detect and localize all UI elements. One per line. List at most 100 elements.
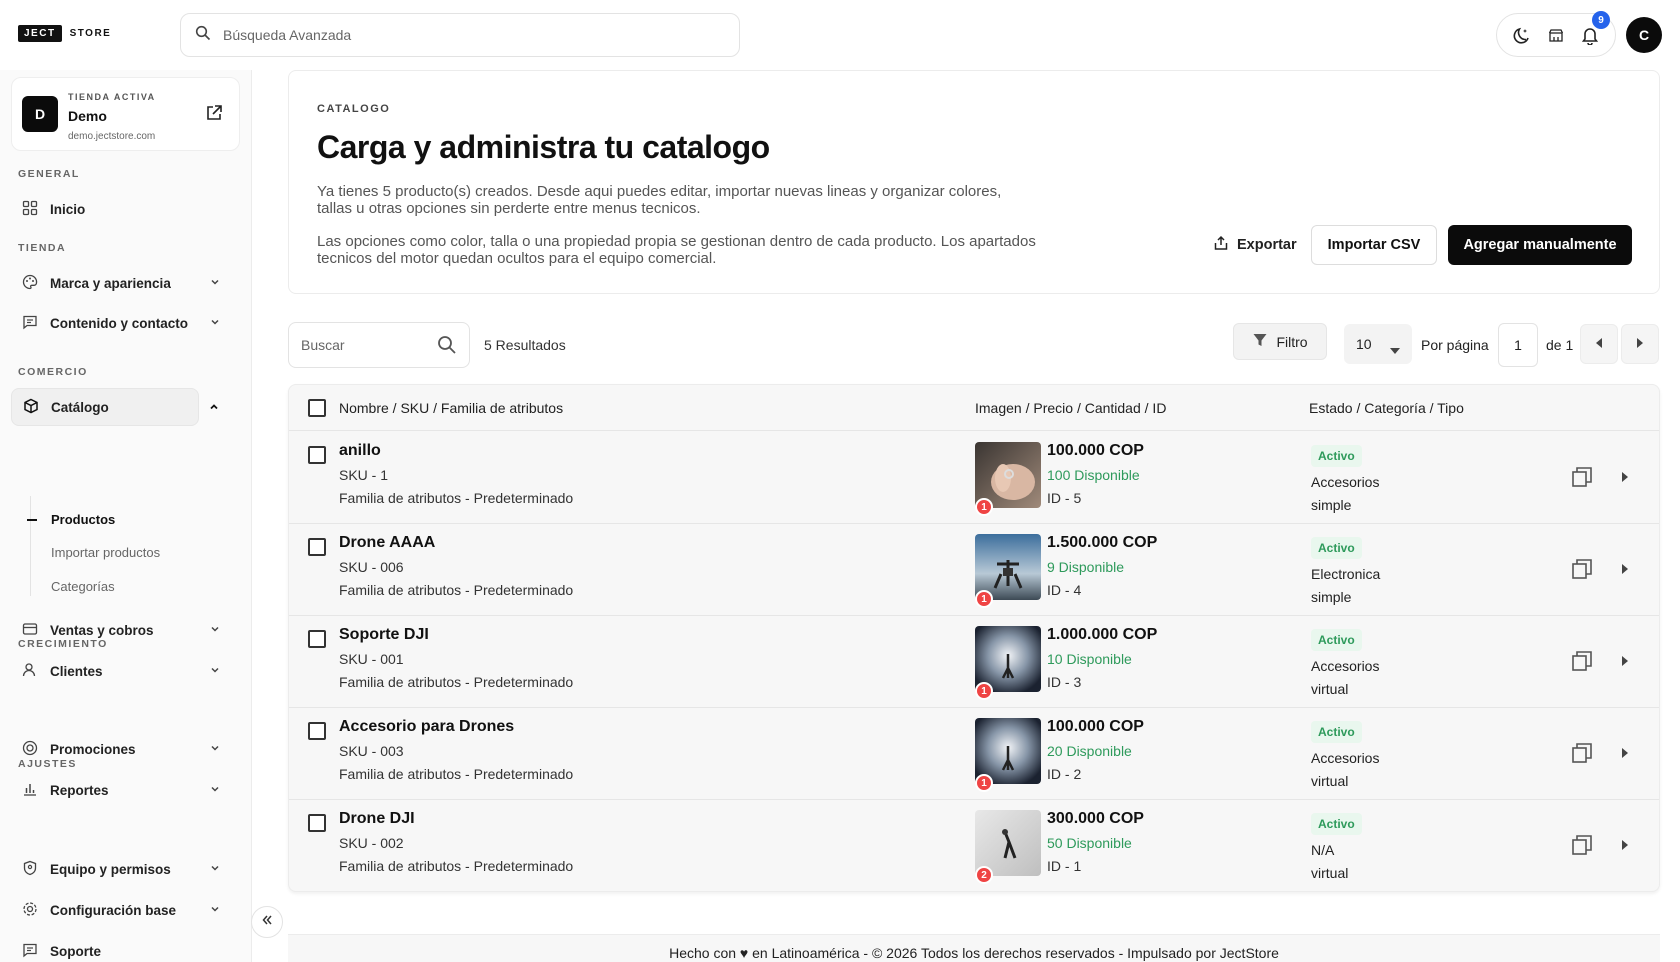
product-search[interactable]	[288, 322, 470, 368]
advanced-search[interactable]	[180, 13, 740, 57]
sidebar-item-config[interactable]: Configuración base	[11, 891, 231, 929]
table-row[interactable]: Soporte DJI SKU - 001 Familia de atribut…	[289, 616, 1659, 708]
dark-mode-icon[interactable]	[1508, 21, 1536, 49]
product-family: Familia de atributos - Predeterminado	[339, 582, 574, 598]
product-name[interactable]: Drone DJI	[339, 810, 415, 828]
product-name[interactable]: anillo	[339, 442, 381, 460]
status-badge: Activo	[1311, 813, 1362, 835]
product-price: 300.000 COP	[1047, 810, 1144, 827]
chevron-up-icon	[208, 401, 220, 416]
external-link-icon[interactable]	[205, 104, 223, 127]
store-url: demo.jectstore.com	[68, 131, 156, 142]
page-total: de 1	[1546, 337, 1574, 353]
results-count: 5 Resultados	[484, 337, 566, 353]
duplicate-icon[interactable]	[1571, 558, 1593, 585]
sidebar-item-label: Equipo y permisos	[50, 861, 171, 877]
product-name[interactable]: Drone AAAA	[339, 534, 435, 552]
per-page-value: 10	[1356, 336, 1372, 352]
double-chevron-left-icon	[260, 913, 274, 932]
sidebar-item-label: Contenido y contacto	[50, 315, 188, 331]
filter-label: Filtro	[1276, 333, 1308, 350]
sidebar-subitem-importar[interactable]: Importar productos	[51, 545, 160, 560]
row-checkbox[interactable]	[308, 814, 326, 832]
image-count-badge: 1	[975, 498, 993, 516]
table-row[interactable]: Drone DJI SKU - 002 Familia de atributos…	[289, 800, 1659, 891]
filter-button[interactable]: Filtro	[1233, 323, 1327, 360]
caret-right-icon[interactable]	[1621, 470, 1629, 488]
table-row[interactable]: Drone AAAA SKU - 006 Familia de atributo…	[289, 524, 1659, 616]
sidebar-item-label: Configuración base	[50, 902, 177, 918]
per-page-label: Por página	[1421, 337, 1489, 353]
header-status: Estado / Categoría / Tipo	[1309, 400, 1464, 416]
product-name[interactable]: Soporte DJI	[339, 626, 429, 644]
product-category: N/A	[1311, 842, 1335, 858]
caret-right-icon[interactable]	[1621, 746, 1629, 764]
per-page-select[interactable]: 10	[1344, 324, 1412, 364]
row-checkbox[interactable]	[308, 446, 326, 464]
chevron-down-icon	[209, 903, 221, 918]
section-general: GENERAL	[18, 168, 80, 180]
product-name[interactable]: Accesorio para Drones	[339, 718, 514, 736]
duplicate-icon[interactable]	[1571, 742, 1593, 769]
caret-right-icon[interactable]	[1621, 838, 1629, 856]
sidebar-item-reportes[interactable]: Reportes	[11, 771, 231, 809]
product-search-input[interactable]	[301, 337, 431, 353]
gear-icon	[22, 901, 38, 920]
collapse-sidebar-button[interactable]	[251, 906, 283, 938]
product-stock: 9 Disponible	[1047, 559, 1125, 575]
export-button[interactable]: Exportar	[1203, 225, 1307, 265]
duplicate-icon[interactable]	[1571, 466, 1593, 493]
page-number-input[interactable]: 1	[1498, 323, 1538, 367]
duplicate-icon[interactable]	[1571, 834, 1593, 861]
advanced-search-input[interactable]	[223, 27, 703, 43]
sidebar-item-label: Soporte	[50, 943, 102, 959]
section-comercio: COMERCIO	[18, 366, 88, 378]
product-sku: SKU - 1	[339, 467, 389, 483]
image-count-badge: 1	[975, 590, 993, 608]
table-row[interactable]: anillo SKU - 1 Familia de atributos - Pr…	[289, 432, 1659, 524]
sidebar-subitem-productos[interactable]: Productos	[51, 512, 115, 527]
product-stock: 20 Disponible	[1047, 743, 1132, 759]
prev-page-button[interactable]	[1580, 324, 1618, 364]
sidebar-item-equipo[interactable]: Equipo y permisos	[11, 850, 231, 888]
add-manually-button[interactable]: Agregar manualmente	[1448, 225, 1632, 265]
caret-right-icon[interactable]	[1621, 654, 1629, 672]
shield-icon	[22, 860, 38, 879]
row-checkbox[interactable]	[308, 722, 326, 740]
sidebar-item-catalogo[interactable]: Catálogo	[11, 388, 218, 426]
hero-note: Las opciones como color, talla o una pro…	[317, 233, 1036, 267]
top-bar: JECT STORE 9 C	[0, 0, 1680, 70]
brand-logo[interactable]: JECT STORE	[18, 25, 111, 42]
sidebar-item-clientes[interactable]: Clientes	[11, 652, 231, 690]
select-all-checkbox[interactable]	[308, 399, 326, 417]
sidebar-item-label: Ventas y cobros	[50, 622, 154, 638]
duplicate-icon[interactable]	[1571, 650, 1593, 677]
bell-icon[interactable]: 9	[1576, 11, 1610, 49]
bar-chart-icon	[22, 781, 38, 800]
next-page-button[interactable]	[1621, 324, 1659, 364]
product-category: Electronica	[1311, 566, 1381, 582]
table-row[interactable]: Accesorio para Drones SKU - 003 Familia …	[289, 708, 1659, 800]
sidebar-subitem-categorias[interactable]: Categorías	[51, 579, 115, 594]
search-icon[interactable]	[437, 335, 457, 360]
sidebar-item-contenido[interactable]: Contenido y contacto	[11, 304, 231, 342]
grid-icon	[22, 200, 38, 219]
sidebar-item-soporte[interactable]: Soporte	[11, 932, 231, 962]
sidebar-item-inicio[interactable]: Inicio	[11, 190, 231, 228]
hero-kicker: CATALOGO	[317, 103, 391, 115]
notification-count: 9	[1592, 11, 1610, 29]
row-checkbox[interactable]	[308, 630, 326, 648]
sidebar-item-label: Promociones	[50, 741, 136, 757]
storefront-icon[interactable]	[1542, 21, 1570, 49]
import-csv-button[interactable]: Importar CSV	[1311, 225, 1437, 265]
user-avatar[interactable]: C	[1626, 17, 1662, 53]
product-family: Familia de atributos - Predeterminado	[339, 858, 574, 874]
sidebar-item-marca[interactable]: Marca y apariencia	[11, 264, 231, 302]
caret-right-icon[interactable]	[1621, 562, 1629, 580]
sidebar-item-label: Inicio	[50, 201, 86, 217]
credit-card-icon	[22, 621, 38, 640]
chevron-down-icon	[209, 664, 221, 679]
row-checkbox[interactable]	[308, 538, 326, 556]
caret-left-icon	[1596, 335, 1602, 353]
catalog-hero: CATALOGO Carga y administra tu catalogo …	[288, 70, 1660, 294]
